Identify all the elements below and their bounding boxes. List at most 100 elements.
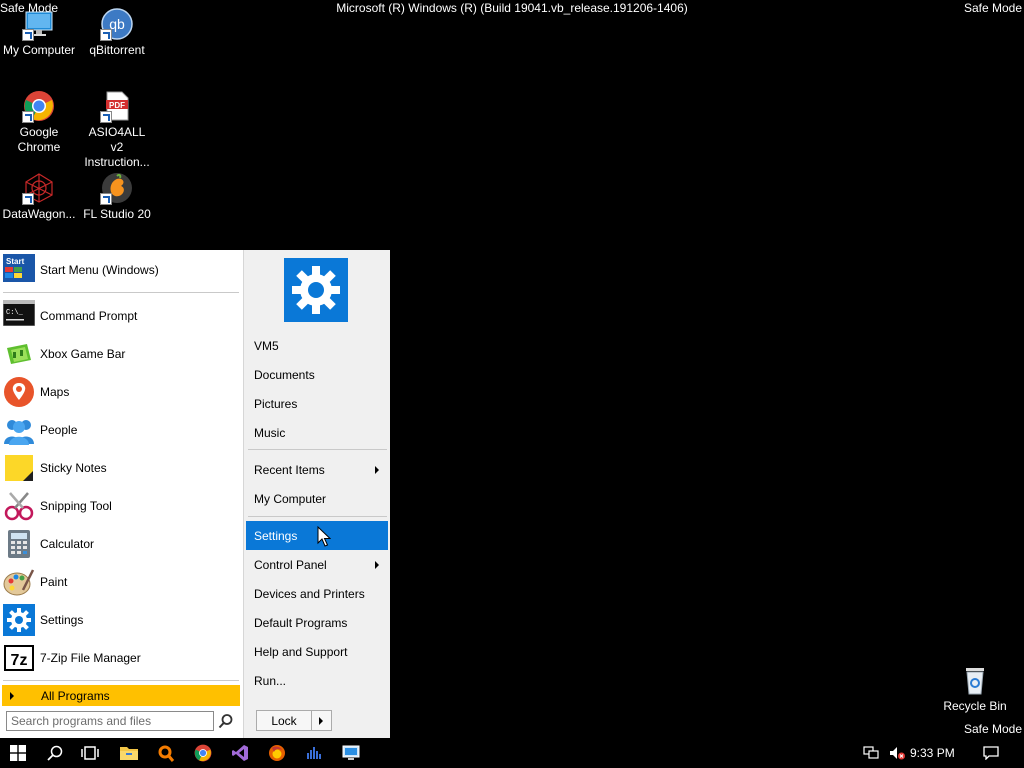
program-label: People (40, 423, 78, 437)
places-item-my-computer[interactable]: My Computer (246, 484, 388, 513)
computer-icon (22, 8, 55, 41)
desktop-icon-asio4all[interactable]: PDF ASIO4ALL v2 Instruction... (78, 90, 156, 170)
start-button[interactable] (0, 738, 36, 768)
chrome-icon[interactable] (185, 738, 221, 768)
7zip-icon: 7z (3, 642, 35, 674)
desktop-icon-recycle-bin[interactable]: Recycle Bin (936, 664, 1014, 714)
fl-studio-icon (100, 172, 133, 205)
divider (248, 449, 387, 450)
program-paint[interactable]: Paint (3, 565, 239, 599)
places-item-recent-items[interactable]: Recent Items (246, 455, 388, 484)
people-icon (3, 414, 35, 446)
search-icon[interactable] (218, 713, 234, 729)
divider (248, 516, 387, 517)
task-view-icon[interactable] (72, 738, 108, 768)
chevron-right-icon (375, 466, 379, 474)
start-menu: Start Start Menu (Windows) C:\_ Command … (0, 250, 390, 738)
paint-app-icon[interactable] (148, 738, 184, 768)
program-maps[interactable]: Maps (3, 375, 239, 409)
places-item-music[interactable]: Music (246, 418, 388, 447)
places-item-label: Control Panel (254, 557, 327, 572)
datawagon-icon (22, 172, 55, 205)
places-item-vm5[interactable]: VM5 (246, 331, 388, 360)
places-item-label: Music (254, 425, 286, 440)
desktop-icon-my-computer[interactable]: My Computer (0, 8, 78, 58)
firefox-icon[interactable] (259, 738, 295, 768)
places-item-label: Devices and Printers (254, 586, 365, 601)
network-icon[interactable] (856, 738, 886, 768)
volume-muted-icon[interactable] (884, 738, 910, 768)
lock-button[interactable]: Lock (257, 711, 312, 730)
program-label: Maps (40, 385, 70, 399)
taskbar-clock[interactable]: 9:33 PM (910, 746, 955, 760)
program-settings[interactable]: Settings (3, 603, 239, 637)
visual-studio-icon[interactable] (222, 738, 258, 768)
desktop-icon-label: Recycle Bin (943, 699, 1007, 713)
program-sticky-notes[interactable]: Sticky Notes (3, 451, 239, 485)
places-item-devices-and-printers[interactable]: Devices and Printers (246, 579, 388, 608)
lock-button-group: Lock (256, 710, 332, 731)
taskbar: 9:33 PM (0, 738, 1024, 768)
command-prompt-icon: C:\_ (2, 299, 36, 332)
all-programs-button[interactable]: All Programs (2, 685, 240, 706)
desktop-icon-fl-studio[interactable]: FL Studio 20 (78, 172, 156, 222)
program-label: Settings (40, 613, 84, 627)
fl-studio-icon[interactable] (296, 738, 332, 768)
user-picture-settings-tile[interactable] (284, 258, 348, 322)
divider (3, 680, 239, 681)
lock-label: Lock (271, 713, 297, 728)
program-xbox-game-bar[interactable]: Xbox Game Bar (3, 337, 239, 371)
places-item-help-and-support[interactable]: Help and Support (246, 637, 388, 666)
program-label: Paint (40, 575, 68, 589)
settings-icon (3, 604, 35, 636)
desktop-icon-google-chrome[interactable]: Google Chrome (0, 90, 78, 155)
program-label: Command Prompt (40, 309, 138, 323)
file-explorer-icon[interactable] (111, 738, 147, 768)
svg-text:C:\_: C:\_ (6, 309, 24, 317)
chevron-right-icon (10, 691, 14, 700)
places-item-control-panel[interactable]: Control Panel (246, 550, 388, 579)
search-icon[interactable] (37, 738, 73, 768)
places-item-label: VM5 (254, 338, 279, 353)
desktop-icon-label: FL Studio 20 (83, 207, 151, 221)
start-menu-icon: Start (3, 254, 35, 286)
desktop-icon-label: Google Chrome (17, 125, 61, 154)
svg-text:PDF: PDF (109, 101, 125, 110)
shutdown-options-arrow-button[interactable] (312, 711, 331, 730)
paint-icon (3, 566, 35, 598)
places-item-label: My Computer (254, 491, 327, 506)
windows-logo-icon (10, 745, 26, 761)
notifications-icon[interactable] (976, 738, 1006, 768)
pinned-start-menu-windows[interactable]: Start Start Menu (Windows) (3, 253, 239, 287)
recycle-bin-icon (959, 664, 991, 696)
places-item-label: Documents (254, 367, 315, 382)
program-command-prompt[interactable]: C:\_ Command Prompt (2, 299, 239, 333)
desktop-icon-label: DataWagon... (2, 207, 76, 221)
desktop-icon-qbittorrent[interactable]: qb qBittorrent (78, 8, 156, 58)
search-input[interactable] (6, 711, 214, 731)
program-people[interactable]: People (3, 413, 239, 447)
places-item-label: Default Programs (254, 615, 348, 630)
places-item-default-programs[interactable]: Default Programs (246, 608, 388, 637)
program-label: 7-Zip File Manager (40, 651, 141, 665)
places-item-documents[interactable]: Documents (246, 360, 388, 389)
start-menu-programs-pane: Start Start Menu (Windows) C:\_ Command … (0, 250, 243, 738)
places-item-pictures[interactable]: Pictures (246, 389, 388, 418)
desktop-icon-datawagon[interactable]: DataWagon... (0, 172, 78, 222)
maps-icon (3, 376, 35, 408)
program-7zip[interactable]: 7z 7-Zip File Manager (3, 641, 239, 675)
program-snipping-tool[interactable]: Snipping Tool (3, 489, 239, 523)
program-calculator[interactable]: Calculator (3, 527, 239, 561)
all-programs-label: All Programs (41, 688, 110, 703)
desktop-icon-label: qBittorrent (89, 43, 145, 57)
places-item-label: Pictures (254, 396, 298, 411)
desktop-icon-label: ASIO4ALL v2 Instruction... (84, 125, 150, 169)
pdf-icon: PDF (100, 90, 133, 123)
remote-desktop-icon[interactable] (333, 738, 369, 768)
program-label: Sticky Notes (40, 461, 107, 475)
divider (3, 292, 239, 293)
places-item-run[interactable]: Run... (246, 666, 388, 695)
chrome-icon (22, 90, 55, 123)
chevron-right-icon (375, 561, 379, 569)
safe-mode-label-bottom-right: Safe Mode (963, 722, 1022, 736)
